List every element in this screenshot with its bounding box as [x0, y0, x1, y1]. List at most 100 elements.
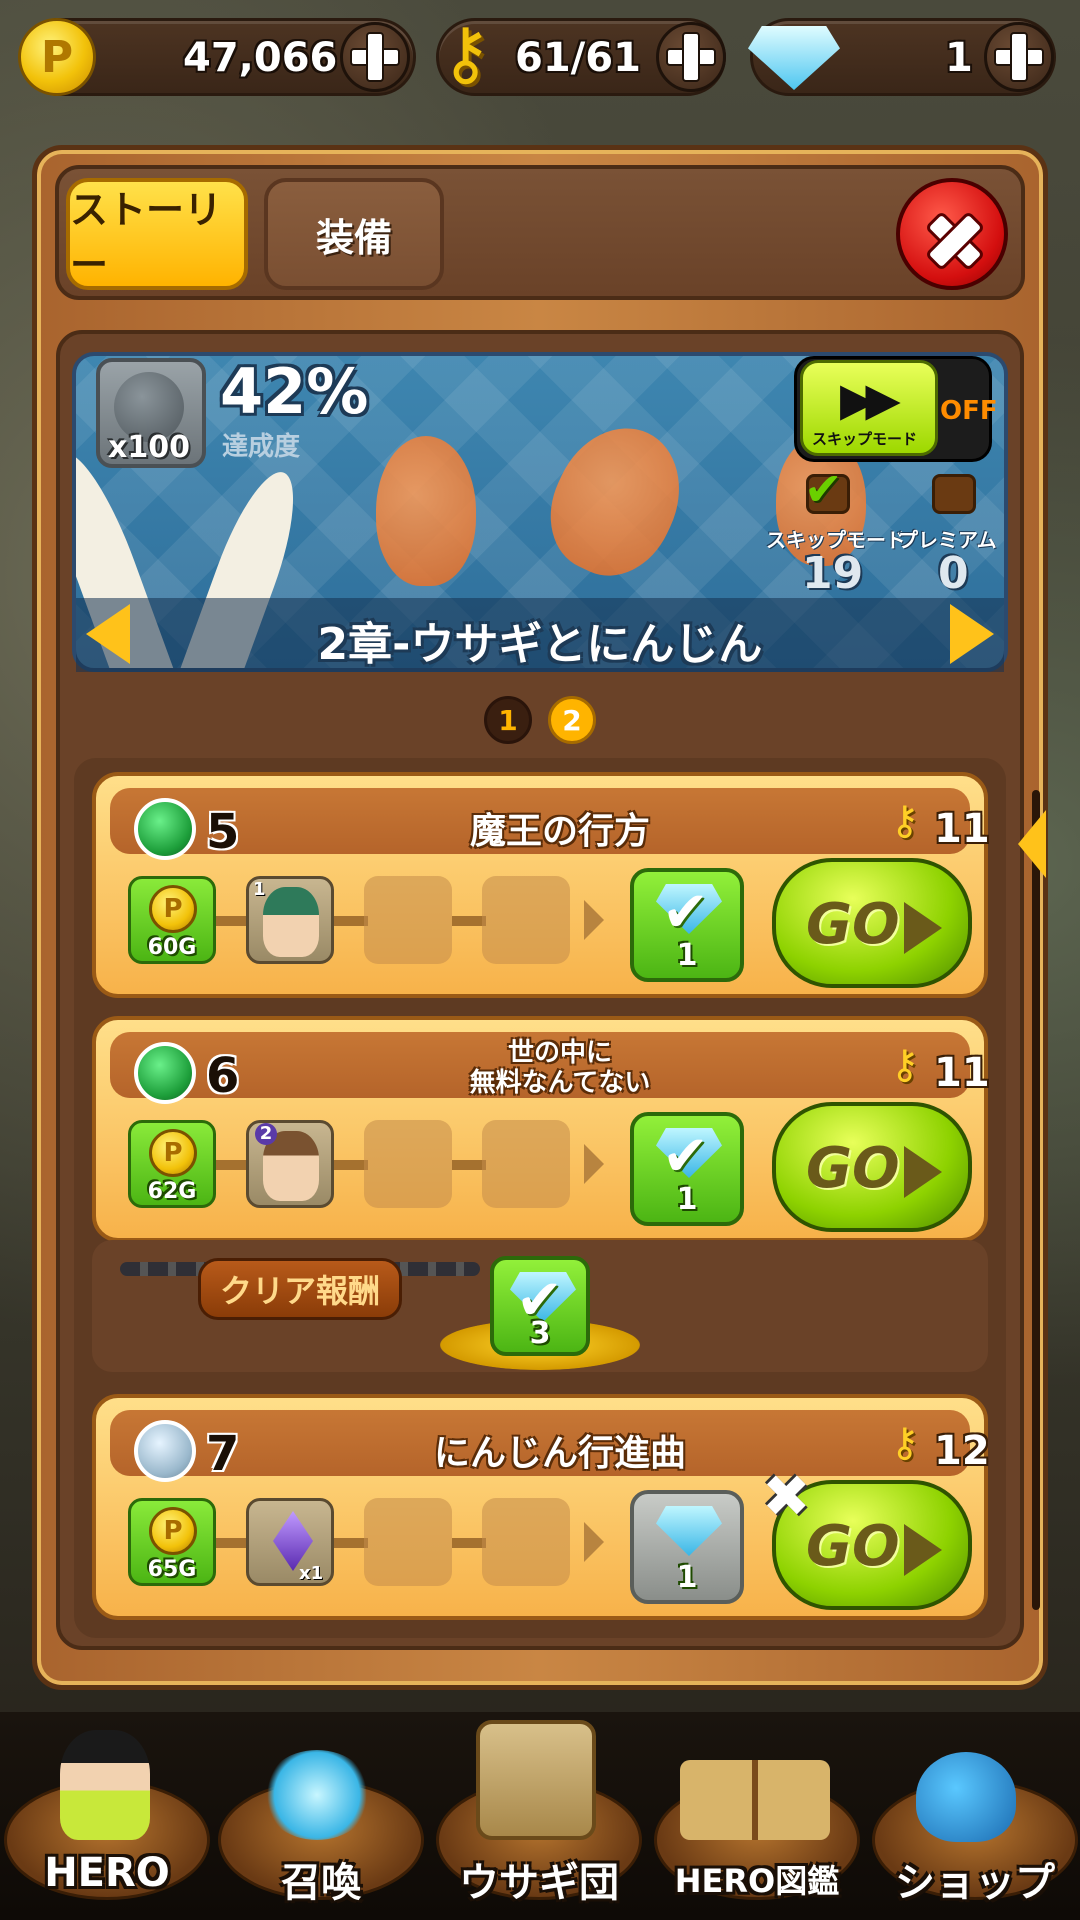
scroll-handle-icon[interactable]	[1018, 810, 1046, 878]
leaf-icon	[134, 798, 196, 860]
crystal-icon	[273, 1511, 313, 1571]
empty-slot	[482, 1120, 570, 1208]
coin-icon: P	[18, 18, 96, 96]
stage-title: にんじん行進曲	[433, 1433, 686, 1474]
next-chapter-arrow-icon[interactable]	[950, 604, 994, 664]
gem-reward: ✔ 1	[630, 1112, 744, 1226]
hero-level: 1	[253, 879, 266, 900]
coin-amount: 47,066	[183, 35, 338, 81]
nav-shop-label: ショップ	[895, 1860, 1055, 1906]
stage-number: 6	[206, 1048, 240, 1104]
play-arrow-icon	[904, 902, 942, 954]
empty-slot	[482, 1498, 570, 1586]
key-icon: ⚷	[890, 1420, 920, 1466]
stage-title: 魔王の行方	[469, 811, 650, 852]
go-button[interactable]: GO	[772, 858, 972, 988]
medal-count: x100	[108, 430, 190, 465]
gold-reward: P 60G	[128, 876, 216, 964]
hero-reward: 1	[246, 876, 334, 964]
key-amount: 61/61	[515, 35, 641, 81]
skip-state: OFF	[940, 396, 998, 426]
premium-count: 0	[938, 548, 969, 599]
go-label: GO	[806, 1514, 900, 1579]
stage-number: 7	[206, 1426, 240, 1482]
stage-key-cost: 11	[934, 806, 990, 852]
clear-reward-label: クリア報酬	[198, 1258, 402, 1320]
tab-story[interactable]: ストーリー	[66, 178, 248, 290]
stage-card-5: 5 魔王の行方 ⚷ 11 P 60G 1 ✔ 1 GO	[92, 772, 990, 998]
hero-character-icon	[60, 1730, 150, 1840]
page-dot-2[interactable]: 2	[548, 696, 596, 744]
skip-mode-count: 19	[802, 548, 864, 599]
add-coins-button[interactable]	[340, 22, 410, 92]
gem-amount: 1	[945, 35, 973, 81]
nav-hero-book-label: HERO図鑑	[674, 1862, 840, 1900]
chevron-right-icon	[584, 900, 604, 940]
key-icon: ⚷	[890, 1042, 920, 1088]
fast-forward-icon: ▶▶	[840, 372, 901, 426]
skip-mode-button-label: スキップモード	[812, 430, 918, 448]
completion-percent: 42%	[220, 355, 369, 428]
gold-reward: P 62G	[128, 1120, 216, 1208]
coin-icon: P	[149, 885, 197, 933]
gold-amount: 62G	[147, 1179, 197, 1204]
tab-equipment[interactable]: 装備	[264, 178, 444, 290]
clear-reward-gem-count: 3	[529, 1316, 551, 1351]
gold-amount: 65G	[147, 1557, 197, 1582]
item-count: x1	[299, 1563, 324, 1584]
gem-reward-count: 1	[676, 938, 698, 973]
stage-key-cost: 12	[934, 1428, 990, 1474]
stage-header: 6 世の中に 無料なんてない ⚷ 11	[110, 1032, 990, 1104]
stage-header: 7 にんじん行進曲 ⚷ 12	[110, 1410, 990, 1482]
add-gems-button[interactable]	[984, 22, 1054, 92]
diamond-icon	[656, 1506, 722, 1556]
play-arrow-icon	[904, 1146, 942, 1198]
clear-reward-gem: ✔ 3	[490, 1256, 590, 1356]
page-dot-1[interactable]: 1	[484, 696, 532, 744]
item-reward: x1	[246, 1498, 334, 1586]
chevron-right-icon	[584, 1522, 604, 1562]
go-label: GO	[806, 1136, 900, 1201]
nav-hero-label: HERO	[44, 1850, 170, 1896]
key-icon: ⚷	[890, 798, 920, 844]
go-label: GO	[806, 892, 900, 957]
stage-number: 5	[206, 804, 240, 860]
chevron-right-icon	[584, 1144, 604, 1184]
stage-key-cost: 11	[934, 1050, 990, 1096]
empty-slot	[482, 876, 570, 964]
stage-title-line-1: 世の中に	[507, 1038, 612, 1068]
money-bag-icon	[916, 1752, 1016, 1842]
prev-chapter-arrow-icon[interactable]	[86, 604, 130, 664]
key-icon: ⚷	[440, 12, 492, 94]
empty-slot	[364, 876, 452, 964]
completion-label: 達成度	[222, 432, 301, 462]
hero-portrait-icon	[263, 887, 319, 957]
gem-reward-count: 1	[676, 1560, 698, 1595]
scrollbar[interactable]	[1032, 790, 1040, 1610]
checkmark-icon: ✔	[804, 462, 843, 516]
close-button[interactable]	[896, 178, 1008, 290]
gem-reward-count: 1	[676, 1182, 698, 1217]
nav-rabbit-team-label: ウサギ団	[459, 1860, 619, 1906]
coin-icon: P	[149, 1129, 197, 1177]
checkmark-icon: ✔	[662, 880, 709, 945]
stage-title: 世の中に 無料なんてない	[360, 1038, 760, 1098]
stage-card-6: 6 世の中に 無料なんてない ⚷ 11 P 62G 2 ✔ 1 GO	[92, 1016, 990, 1242]
summon-portal-icon	[262, 1750, 372, 1840]
gold-amount: 60G	[147, 935, 197, 960]
go-button[interactable]: GO	[772, 1102, 972, 1232]
add-keys-button[interactable]	[656, 22, 726, 92]
coin-icon: P	[149, 1507, 197, 1555]
stage-card-7: 7 にんじん行進曲 ⚷ 12 P 65G x1 1 GO	[92, 1394, 990, 1620]
premium-checkbox[interactable]	[932, 474, 976, 514]
hero-reward: 2	[246, 1120, 334, 1208]
book-icon	[680, 1760, 830, 1840]
checkmark-icon: ✔	[662, 1124, 709, 1189]
nav-summon-label: 召喚	[281, 1860, 361, 1906]
empty-slot	[364, 1498, 452, 1586]
empty-slot	[364, 1120, 452, 1208]
play-arrow-icon	[904, 1524, 942, 1576]
chapter-title: 2章-ウサギとにんじん	[317, 619, 763, 670]
gem-reward: 1	[630, 1490, 744, 1604]
stage-header: 5 魔王の行方 ⚷ 11	[110, 788, 990, 860]
